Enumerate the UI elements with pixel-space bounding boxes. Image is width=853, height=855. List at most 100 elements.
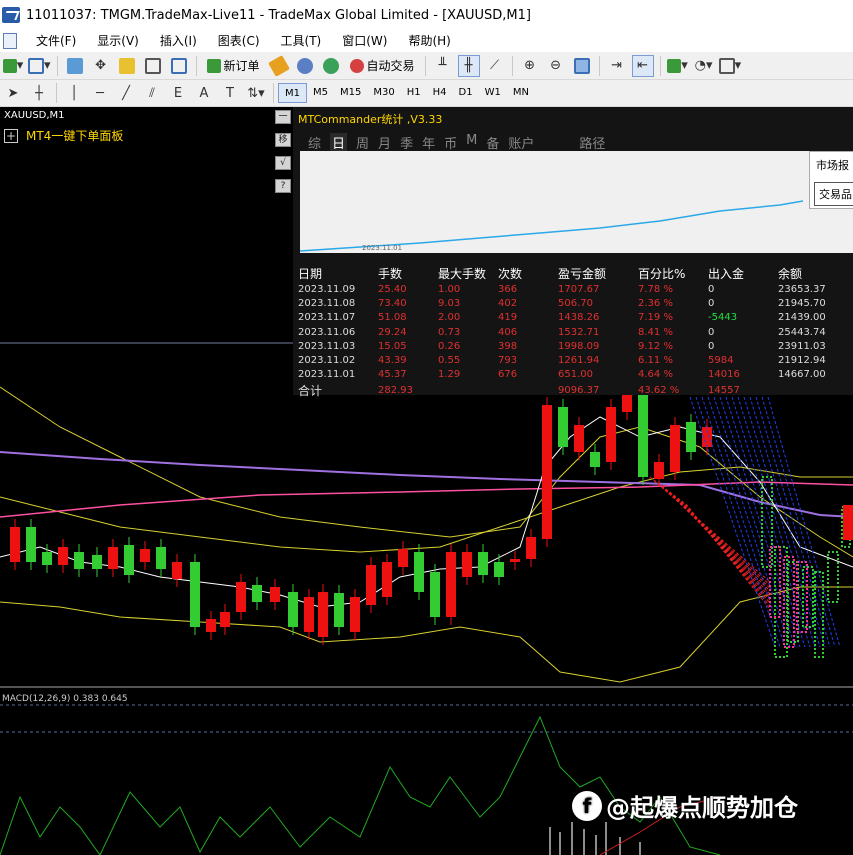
horizontal-line-icon[interactable]: ─ bbox=[89, 82, 111, 104]
help-button[interactable]: ? bbox=[275, 179, 291, 193]
menu-insert[interactable]: 插入(I) bbox=[149, 30, 207, 52]
menu-file[interactable]: 文件(F) bbox=[25, 30, 86, 52]
mtc-tab-month[interactable]: 月 bbox=[378, 133, 391, 152]
table-cell: 0.55 bbox=[438, 355, 461, 367]
new-chart-icon[interactable]: ▾ bbox=[2, 55, 24, 77]
table-row: 2023.11.02 43.39 0.55 793 1261.94 6.11 % 5984 2… bbox=[298, 353, 853, 367]
timeframe-m1[interactable]: M1 bbox=[278, 83, 307, 103]
mql5-icon[interactable] bbox=[320, 55, 342, 77]
zoom-in-icon[interactable]: ⊕ bbox=[519, 55, 541, 77]
terminal-icon[interactable] bbox=[142, 55, 164, 77]
chart-shift-icon[interactable]: ⇤ bbox=[631, 54, 654, 77]
timeframe-d1[interactable]: D1 bbox=[453, 83, 479, 103]
move-button[interactable]: 移 bbox=[275, 133, 291, 147]
confirm-button[interactable]: √ bbox=[275, 156, 291, 170]
table-cell: 23653.37 bbox=[778, 283, 826, 295]
mtc-tab-year[interactable]: 年 bbox=[422, 133, 435, 152]
menu-tools[interactable]: 工具(T) bbox=[270, 30, 332, 52]
expand-plus-icon[interactable]: + bbox=[4, 128, 18, 143]
new-order-button[interactable]: 新订单 bbox=[203, 55, 264, 77]
candle-body bbox=[58, 547, 68, 565]
timeframe-m30[interactable]: M30 bbox=[367, 83, 400, 103]
col-percent: 百分比% bbox=[638, 267, 686, 281]
metaeditor-icon[interactable] bbox=[267, 54, 290, 77]
trendline-icon[interactable]: ╱ bbox=[115, 82, 137, 104]
data-window-icon[interactable]: ✥ bbox=[90, 55, 112, 77]
templates-icon[interactable]: ▾ bbox=[718, 55, 741, 77]
watermark-logo-icon: f bbox=[572, 790, 602, 821]
mtc-tab-summary[interactable]: 综 bbox=[308, 133, 321, 152]
menu-help[interactable]: 帮助(H) bbox=[397, 30, 460, 52]
tile-windows-icon[interactable] bbox=[571, 55, 593, 77]
total-cell: 合计 bbox=[298, 384, 323, 399]
one-click-panel-toggle[interactable]: + MT4一键下单面板 bbox=[4, 127, 123, 144]
toolbar-separator bbox=[195, 55, 197, 76]
text-icon[interactable]: A bbox=[193, 82, 215, 104]
table-cell: 7.19 % bbox=[638, 312, 673, 324]
text-label-icon[interactable]: T bbox=[219, 82, 241, 104]
market-watch-icon[interactable] bbox=[64, 55, 86, 77]
arrows-icon[interactable]: ⇅▾ bbox=[245, 82, 267, 104]
mtc-tab-day[interactable]: 日 bbox=[330, 133, 348, 152]
profiles-icon[interactable]: ▾ bbox=[28, 55, 51, 77]
equidistant-channel-icon[interactable]: ⫽ bbox=[141, 82, 163, 104]
menu-window[interactable]: 窗口(W) bbox=[331, 30, 397, 52]
table-cell: 73.40 bbox=[378, 297, 407, 309]
table-cell: 14016 bbox=[708, 369, 740, 381]
bar-chart-icon[interactable]: ╨ bbox=[432, 55, 454, 77]
zoom-out-icon[interactable]: ⊖ bbox=[545, 55, 567, 77]
signals-icon[interactable] bbox=[294, 55, 316, 77]
candle-body bbox=[494, 562, 504, 577]
chart-symbol-label: XAUUSD,M1 bbox=[4, 110, 65, 121]
auto-trading-label: 自动交易 bbox=[366, 59, 415, 73]
vertical-line-icon[interactable]: │ bbox=[63, 82, 85, 104]
periods-icon[interactable]: ◔▾ bbox=[693, 55, 715, 77]
mtc-tab-m[interactable]: M bbox=[466, 133, 477, 152]
price-chart[interactable]: XAUUSD,M1 + MT4一键下单面板 一 移 √ ? MTCommande… bbox=[0, 107, 853, 855]
mtc-tab-quarter[interactable]: 季 bbox=[400, 133, 413, 152]
table-cell: 51.08 bbox=[378, 312, 407, 324]
indicators-icon[interactable]: ▾ bbox=[667, 55, 689, 77]
price-ma bbox=[0, 416, 853, 608]
strategy-tester-icon[interactable] bbox=[168, 55, 190, 77]
timeframe-m5[interactable]: M5 bbox=[307, 83, 334, 103]
timeframe-h1[interactable]: H1 bbox=[401, 83, 427, 103]
popup-symbol[interactable]: 交易品 bbox=[814, 182, 853, 206]
candle-body bbox=[558, 407, 568, 447]
fibonacci-icon[interactable]: E bbox=[167, 82, 189, 104]
mtc-tab-week[interactable]: 周 bbox=[356, 133, 369, 152]
candlestick-icon[interactable]: ╫ bbox=[457, 54, 480, 77]
candle-body bbox=[843, 505, 853, 540]
menu-charts[interactable]: 图表(C) bbox=[207, 30, 270, 52]
chart-document-icon[interactable] bbox=[3, 33, 17, 49]
projection-line-red bbox=[677, 497, 771, 604]
timeframe-h4[interactable]: H4 bbox=[427, 83, 453, 103]
mtc-tab-currency[interactable]: 币 bbox=[444, 133, 457, 152]
window-title: 11011037: TMGM.TradeMax-Live11 - TradeMa… bbox=[26, 7, 531, 23]
crosshair-icon[interactable]: ┼ bbox=[28, 82, 50, 104]
timeframe-mn[interactable]: MN bbox=[507, 83, 535, 103]
table-cell: 21945.70 bbox=[778, 297, 826, 309]
minimize-button[interactable]: 一 bbox=[275, 110, 291, 124]
table-cell: 2023.11.01 bbox=[298, 369, 356, 381]
timeframe-w1[interactable]: W1 bbox=[479, 83, 507, 103]
menu-bar: 文件(F) 显示(V) 插入(I) 图表(C) 工具(T) 窗口(W) 帮助(H… bbox=[0, 30, 853, 52]
candle-body bbox=[382, 562, 392, 597]
line-studies-toolbar: ➤ ┼ │ ─ ╱ ⫽ E A T ⇅▾ M1 M5 M15 M30 H1 H4… bbox=[0, 80, 853, 107]
cursor-icon[interactable]: ➤ bbox=[2, 82, 24, 104]
mtc-tab-account[interactable]: 账户 bbox=[508, 133, 534, 152]
timeframe-m15[interactable]: M15 bbox=[334, 83, 367, 103]
mtc-tab-backup[interactable]: 备 bbox=[486, 133, 499, 152]
total-cell: 282.93 bbox=[378, 385, 413, 397]
autoscroll-icon[interactable]: ⇥ bbox=[606, 55, 628, 77]
auto-trading-button[interactable]: 自动交易 bbox=[346, 55, 419, 77]
popup-market-report[interactable]: 市场报 bbox=[810, 152, 853, 178]
table-cell: 1532.71 bbox=[558, 326, 600, 338]
table-cell: 506.70 bbox=[558, 297, 593, 309]
candle-body bbox=[236, 582, 246, 612]
menu-view[interactable]: 显示(V) bbox=[86, 30, 149, 52]
navigator-icon[interactable] bbox=[116, 55, 138, 77]
line-chart-icon[interactable]: ⟋ bbox=[484, 55, 506, 77]
mtc-tab-path[interactable]: 路径 bbox=[579, 133, 605, 152]
table-cell: -5443 bbox=[708, 312, 738, 324]
